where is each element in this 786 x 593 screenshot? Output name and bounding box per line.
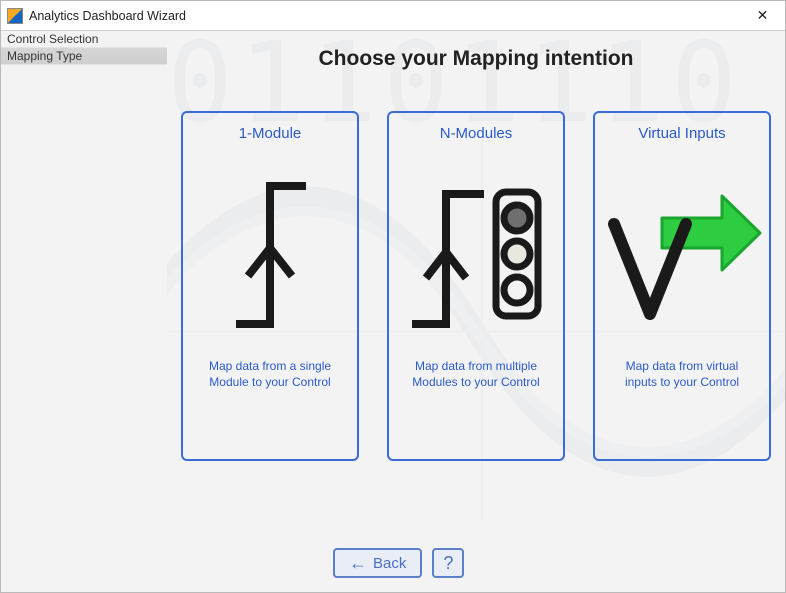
card-desc: Map data from multiple Modules to your C…	[399, 358, 553, 390]
back-button-label: Back	[373, 555, 406, 572]
sidebar-item-label: Mapping Type	[7, 49, 82, 63]
card-desc: Map data from virtual inputs to your Con…	[605, 358, 759, 390]
n-modules-icon	[406, 168, 546, 338]
help-button[interactable]: ?	[432, 548, 464, 578]
close-icon: ✕	[757, 7, 769, 24]
main-panel: 01101110 Choose your Mapping intention 1…	[167, 31, 785, 592]
card-title: N-Modules	[440, 125, 513, 142]
virtual-inputs-icon	[602, 168, 762, 338]
card-title: Virtual Inputs	[638, 125, 725, 142]
help-button-label: ?	[443, 553, 453, 574]
sidebar-item-label: Control Selection	[7, 32, 98, 46]
back-button[interactable]: ← Back	[333, 548, 422, 578]
one-module-icon	[220, 168, 320, 338]
wizard-window: Analytics Dashboard Wizard ✕ Control Sel…	[0, 0, 786, 593]
card-title: 1-Module	[239, 125, 302, 142]
card-desc: Map data from a single Module to your Co…	[193, 358, 347, 390]
window-title: Analytics Dashboard Wizard	[29, 9, 186, 23]
app-icon	[7, 8, 23, 24]
page-heading: Choose your Mapping intention	[319, 47, 634, 71]
card-n-modules[interactable]: N-Modules	[387, 111, 565, 461]
close-button[interactable]: ✕	[740, 1, 785, 31]
window-body: Control Selection Mapping Type 01101110 …	[1, 31, 785, 592]
card-1-module[interactable]: 1-Module Map data from a single Module t…	[181, 111, 359, 461]
titlebar: Analytics Dashboard Wizard ✕	[1, 1, 785, 31]
card-virtual-inputs[interactable]: Virtual Inputs Map data from virtual inp…	[593, 111, 771, 461]
mapping-options: 1-Module Map data from a single Module t…	[181, 111, 771, 461]
wizard-steps-sidebar: Control Selection Mapping Type	[1, 31, 167, 592]
sidebar-item-control-selection[interactable]: Control Selection	[1, 31, 167, 48]
wizard-footer: ← Back ?	[333, 548, 464, 578]
sidebar-item-mapping-type[interactable]: Mapping Type	[1, 48, 167, 65]
